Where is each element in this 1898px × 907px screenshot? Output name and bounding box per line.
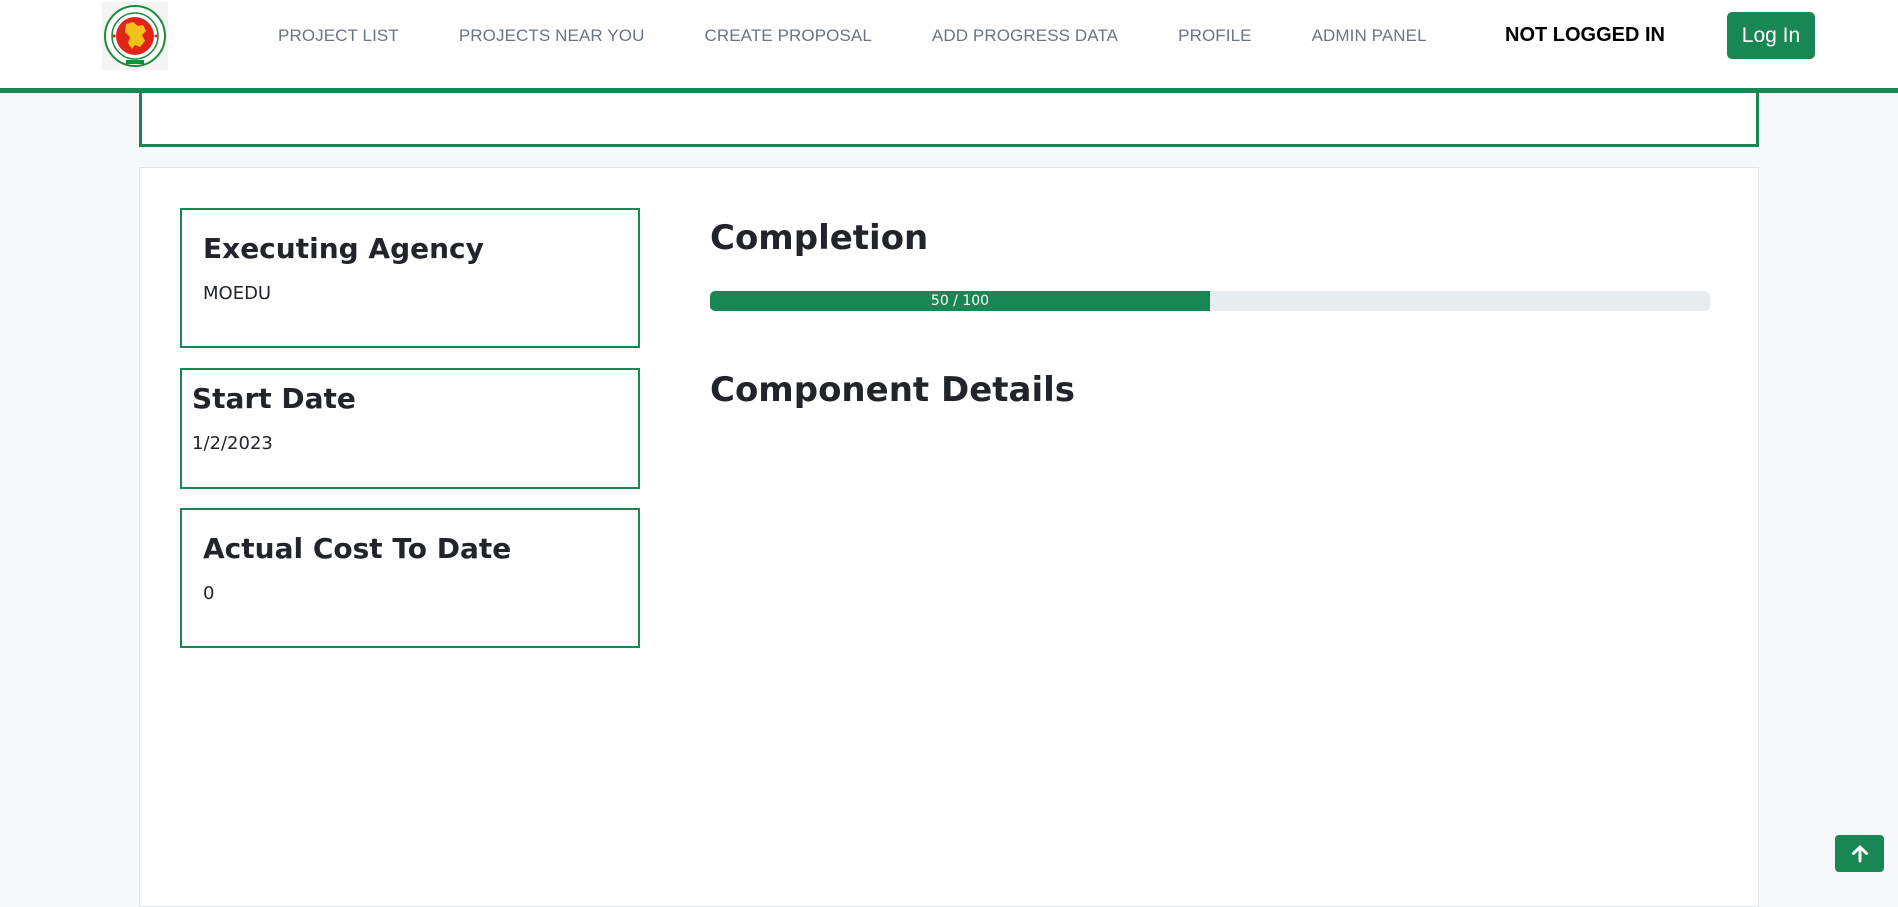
bangladesh-government-seal-icon [102, 2, 168, 70]
completion-progress-fill: 50 / 100 [710, 291, 1210, 311]
nav-admin-panel[interactable]: ADMIN PANEL [1312, 26, 1427, 46]
top-navbar: PROJECT LIST PROJECTS NEAR YOU CREATE PR… [0, 0, 1898, 93]
executing-agency-box: Executing Agency MOEDU [180, 208, 640, 348]
nav-create-proposal[interactable]: CREATE PROPOSAL [704, 26, 871, 46]
start-date-label: Start Date [192, 382, 356, 415]
login-button[interactable]: Log In [1727, 12, 1815, 59]
component-details-heading: Component Details [710, 370, 1076, 410]
nav-add-progress-data[interactable]: ADD PROGRESS DATA [932, 26, 1118, 46]
actual-cost-label: Actual Cost To Date [203, 532, 512, 565]
completion-heading: Completion [710, 218, 929, 258]
login-status-text: NOT LOGGED IN [1505, 24, 1665, 46]
actual-cost-value: 0 [203, 583, 215, 604]
back-to-top-button[interactable] [1835, 835, 1884, 872]
start-date-value: 1/2/2023 [192, 433, 273, 454]
project-details-card: Executing Agency MOEDU Start Date 1/2/20… [139, 167, 1759, 907]
start-date-box: Start Date 1/2/2023 [180, 368, 640, 489]
executing-agency-value: MOEDU [203, 283, 272, 304]
arrow-up-icon [1851, 845, 1868, 862]
completion-progress-bar: 50 / 100 [710, 291, 1710, 311]
nav-profile[interactable]: PROFILE [1178, 26, 1251, 46]
nav-project-list[interactable]: PROJECT LIST [278, 26, 399, 46]
government-seal-logo[interactable] [102, 2, 168, 70]
project-header-card [139, 93, 1759, 147]
completion-progress-text: 50 / 100 [930, 293, 990, 309]
main-nav: PROJECT LIST PROJECTS NEAR YOU CREATE PR… [278, 25, 1427, 47]
actual-cost-box: Actual Cost To Date 0 [180, 508, 640, 648]
executing-agency-label: Executing Agency [203, 232, 484, 265]
nav-projects-near-you[interactable]: PROJECTS NEAR YOU [459, 26, 645, 46]
